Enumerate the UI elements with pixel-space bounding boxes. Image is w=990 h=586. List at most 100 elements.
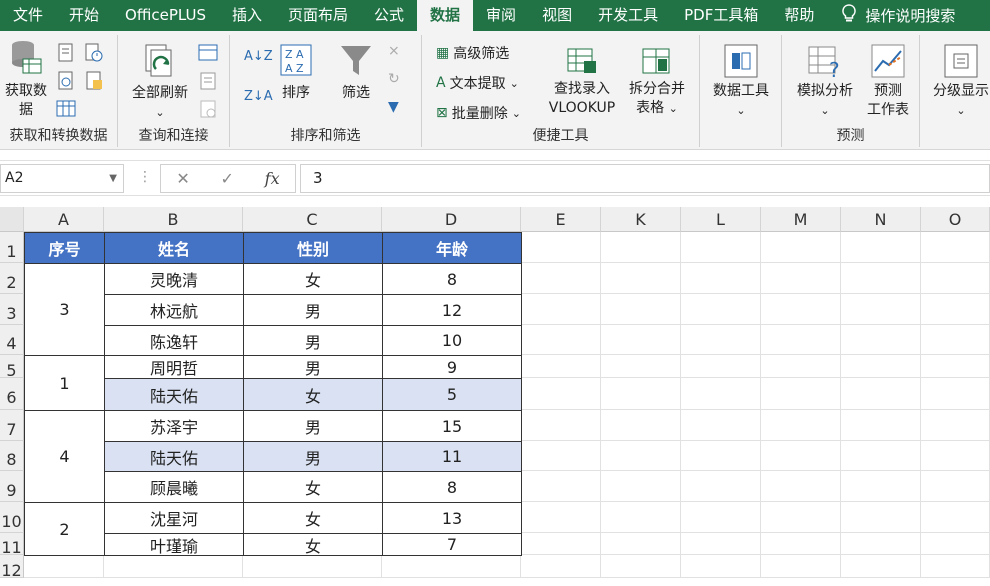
- get-data-button[interactable]: 获取数 据: [0, 39, 52, 120]
- grid-cell[interactable]: [921, 355, 990, 378]
- table-cell-gender[interactable]: 男: [243, 355, 383, 379]
- grid-cell[interactable]: [104, 555, 243, 578]
- grid-cell[interactable]: [841, 294, 921, 325]
- tab-view[interactable]: 视图: [529, 0, 585, 31]
- grid-cell[interactable]: [521, 294, 601, 325]
- table-cell-name[interactable]: 陆天佑: [104, 441, 244, 472]
- tab-review[interactable]: 审阅: [473, 0, 529, 31]
- grid-cell[interactable]: [681, 555, 761, 578]
- table-cell-age[interactable]: 13: [382, 502, 522, 534]
- table-cell-age[interactable]: 11: [382, 441, 522, 472]
- grid-cell[interactable]: [841, 378, 921, 410]
- column-header-d[interactable]: D: [382, 207, 521, 232]
- grid-cell[interactable]: [921, 502, 990, 533]
- enter-icon[interactable]: ✓: [221, 169, 234, 188]
- grid-cell[interactable]: [601, 263, 681, 294]
- table-cell-gender[interactable]: 男: [243, 410, 383, 442]
- grid-cell[interactable]: [681, 355, 761, 378]
- row-header-6[interactable]: 6: [0, 378, 24, 410]
- row-header-10[interactable]: 10: [0, 502, 24, 533]
- column-header-l[interactable]: L: [681, 207, 761, 232]
- grid-cell[interactable]: [841, 355, 921, 378]
- grid-cell[interactable]: [841, 471, 921, 502]
- column-header-k[interactable]: K: [601, 207, 681, 232]
- table-cell-age[interactable]: 15: [382, 410, 522, 442]
- seq-merged-cell[interactable]: 4: [24, 410, 105, 503]
- data-tools-button[interactable]: 数据工具 ⌄: [706, 43, 776, 120]
- grid-cell[interactable]: [761, 263, 841, 294]
- table-header-cell[interactable]: 姓名: [104, 232, 244, 264]
- table-cell-gender[interactable]: 男: [243, 294, 383, 326]
- grid-cell[interactable]: [841, 533, 921, 555]
- row-header-5[interactable]: 5: [0, 355, 24, 380]
- split-merge-button[interactable]: 拆分合并 表格 ⌄: [622, 45, 692, 118]
- grid-cell[interactable]: [521, 355, 601, 378]
- table-cell-name[interactable]: 灵晚清: [104, 263, 244, 295]
- outline-button[interactable]: 分级显示 ⌄: [926, 43, 990, 120]
- seq-merged-cell[interactable]: 1: [24, 355, 105, 411]
- grid-cell[interactable]: [681, 410, 761, 441]
- grid-cell[interactable]: [841, 325, 921, 355]
- tab-officeplus[interactable]: OfficePLUS: [112, 0, 219, 31]
- table-cell-gender[interactable]: 女: [243, 263, 383, 295]
- table-cell-age[interactable]: 5: [382, 378, 522, 411]
- grid-cell[interactable]: [841, 441, 921, 471]
- tab-formulas[interactable]: 公式: [361, 0, 417, 31]
- grid-cell[interactable]: [681, 378, 761, 410]
- table-cell-gender[interactable]: 女: [243, 471, 383, 503]
- seq-merged-cell[interactable]: 3: [24, 263, 105, 356]
- select-all-corner[interactable]: [0, 207, 24, 232]
- grid-cell[interactable]: [681, 325, 761, 355]
- row-header-12[interactable]: 12: [0, 555, 24, 580]
- grid-cell[interactable]: [24, 555, 104, 578]
- grid-cell[interactable]: [921, 471, 990, 502]
- grid-cell[interactable]: [761, 294, 841, 325]
- advanced-filter-icon[interactable]: ▼: [388, 99, 399, 115]
- table-cell-name[interactable]: 顾晨曦: [104, 471, 244, 503]
- grid-cell[interactable]: [761, 355, 841, 378]
- grid-cell[interactable]: [761, 502, 841, 533]
- table-cell-name[interactable]: 周明哲: [104, 355, 244, 379]
- grid-cell[interactable]: [841, 555, 921, 578]
- seq-merged-cell[interactable]: 2: [24, 502, 105, 556]
- clear-filter-icon[interactable]: ⨯: [388, 43, 400, 59]
- grid-cell[interactable]: [382, 555, 521, 578]
- grid-cell[interactable]: [921, 263, 990, 294]
- tab-data[interactable]: 数据: [417, 0, 474, 31]
- name-box[interactable]: A2 ▼: [0, 164, 124, 193]
- grid-cell[interactable]: [521, 263, 601, 294]
- column-header-a[interactable]: A: [24, 207, 104, 232]
- grid-cell[interactable]: [681, 441, 761, 471]
- row-header-9[interactable]: 9: [0, 471, 24, 502]
- insert-function-icon[interactable]: fx: [265, 169, 280, 188]
- table-header-cell[interactable]: 年龄: [382, 232, 522, 264]
- tab-home[interactable]: 开始: [56, 0, 112, 31]
- grid-cell[interactable]: [601, 325, 681, 355]
- column-header-b[interactable]: B: [104, 207, 243, 232]
- grid-cell[interactable]: [681, 294, 761, 325]
- grid-cell[interactable]: [601, 410, 681, 441]
- formula-input[interactable]: 3: [300, 164, 990, 193]
- grid-cell[interactable]: [841, 263, 921, 294]
- grid-cell[interactable]: [761, 232, 841, 263]
- row-header-3[interactable]: 3: [0, 294, 24, 325]
- table-cell-gender[interactable]: 女: [243, 533, 383, 556]
- table-cell-gender[interactable]: 女: [243, 502, 383, 534]
- row-header-1[interactable]: 1: [0, 232, 24, 263]
- grid-cell[interactable]: [601, 471, 681, 502]
- grid-cell[interactable]: [521, 555, 601, 578]
- tell-me-search[interactable]: 操作说明搜索: [827, 3, 955, 28]
- tab-insert[interactable]: 插入: [219, 0, 275, 31]
- grid-cell[interactable]: [921, 410, 990, 441]
- tab-pdf-toolbox[interactable]: PDF工具箱: [671, 0, 771, 31]
- table-cell-age[interactable]: 12: [382, 294, 522, 326]
- grid-cell[interactable]: [761, 325, 841, 355]
- grid-cell[interactable]: [601, 502, 681, 533]
- cancel-icon[interactable]: ✕: [176, 169, 189, 188]
- row-header-7[interactable]: 7: [0, 410, 24, 441]
- grid-cell[interactable]: [921, 533, 990, 555]
- row-header-8[interactable]: 8: [0, 441, 24, 471]
- grid-cell[interactable]: [761, 378, 841, 410]
- grid-cell[interactable]: [761, 441, 841, 471]
- grid-cell[interactable]: [601, 555, 681, 578]
